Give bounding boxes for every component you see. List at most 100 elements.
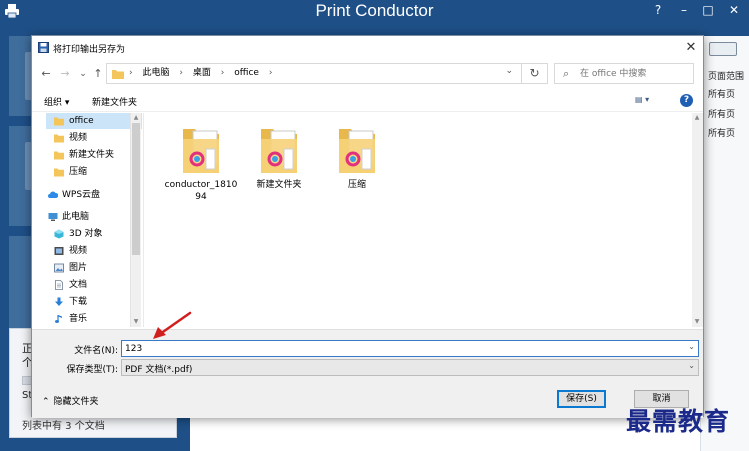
dialog-title: 将打印输出另存为 — [53, 45, 126, 55]
nav-item-label: 下载 — [69, 297, 88, 307]
view-options-button[interactable]: ▤ ▾ — [635, 95, 661, 107]
nav-item-videos[interactable]: 视频 — [46, 243, 142, 259]
organize-button[interactable]: 组织 ▾ — [44, 95, 69, 108]
save-disk-icon — [38, 42, 49, 53]
document-count-status: 列表中有 3 个文档 — [22, 421, 105, 432]
save-form: 文件名(N): ⌄ 保存类型(T): PDF 文档(*.pdf) ⌄ ⌃隐藏文件… — [32, 329, 703, 418]
nav-item-pictures[interactable]: 图片 — [46, 260, 142, 276]
file-name: 新建文件夹 — [256, 180, 302, 190]
chevron-down-icon[interactable]: ⌄ — [688, 361, 695, 370]
up-button[interactable]: ↑ — [90, 66, 106, 82]
nav-item-label: office — [69, 116, 94, 126]
nav-item-label: WPS云盘 — [62, 190, 101, 200]
video-icon — [54, 247, 64, 255]
navigation-pane: office 视频 新建文件夹 压缩 WPS云盘 此电脑 3D 对象 视频 图片… — [46, 113, 143, 327]
forward-button[interactable]: → — [57, 66, 73, 82]
filename-combobox[interactable]: ⌄ — [121, 340, 699, 357]
folder-icon — [112, 70, 124, 79]
recent-locations-button[interactable]: ⌄ — [75, 66, 91, 82]
save-button[interactable]: 保存(S) — [557, 390, 606, 408]
file-list-pane: conductor_1810 94 新建文件夹 压缩 — [143, 113, 703, 327]
navigation-bar: ← → ⌄ ↑ › 此电脑 › 桌面 › office › ⌄ ↻ ⌕ — [32, 62, 703, 86]
file-pane-scrollbar[interactable]: ▲ ▼ — [692, 113, 703, 327]
computer-icon — [48, 213, 58, 221]
file-name: conductor_1810 — [164, 180, 238, 190]
hide-folders-toggle[interactable]: ⌃ 隐藏文件夹 — [42, 394, 99, 407]
scroll-down-icon[interactable]: ▼ — [692, 317, 702, 327]
nav-item-label: 3D 对象 — [69, 229, 103, 239]
folder-with-file-icon — [339, 129, 375, 173]
nav-item-videos-folder[interactable]: 视频 — [46, 130, 142, 146]
dialog-toolbar: 组织 ▾ 新建文件夹 ▤ ▾ ? — [32, 90, 703, 112]
nav-item-label: 此电脑 — [62, 212, 90, 222]
file-item-compress[interactable]: 压缩 — [320, 125, 394, 191]
nav-item-label: 视频 — [69, 246, 88, 256]
dialog-titlebar: 将打印输出另存为 ✕ — [32, 36, 703, 60]
new-folder-button[interactable]: 新建文件夹 — [92, 95, 137, 108]
folder-with-file-icon — [183, 129, 219, 173]
filetype-label: 保存类型(T): — [66, 365, 118, 375]
scroll-down-icon[interactable]: ▼ — [131, 317, 141, 327]
filename-input[interactable] — [125, 342, 680, 355]
page-range-value[interactable]: 所有页 — [708, 107, 735, 120]
nav-item-3d-objects[interactable]: 3D 对象 — [46, 226, 142, 242]
chevron-down-icon[interactable]: ⌄ — [688, 342, 695, 351]
nav-item-label: 文档 — [69, 280, 88, 290]
filetype-value: PDF 文档(*.pdf) — [125, 365, 193, 375]
app-title: Print Conductor — [315, 1, 434, 20]
nav-item-label: 图片 — [69, 263, 88, 273]
nav-item-label: 压缩 — [69, 167, 88, 177]
search-input[interactable] — [580, 65, 690, 82]
nav-item-wps-cloud[interactable]: WPS云盘 — [46, 187, 142, 203]
nav-item-this-pc[interactable]: 此电脑 — [46, 209, 142, 225]
file-item-conductor[interactable]: conductor_1810 94 — [164, 125, 238, 203]
address-dropdown-icon[interactable]: ⌄ — [505, 66, 513, 76]
nav-item-new-folder[interactable]: 新建文件夹 — [46, 147, 142, 163]
breadcrumb-separator[interactable]: › — [179, 68, 183, 78]
folder-icon — [54, 168, 64, 177]
nav-item-downloads[interactable]: 下载 — [46, 294, 142, 310]
breadcrumb: › 此电脑 › 桌面 › office › — [129, 64, 279, 83]
page-range-value[interactable]: 所有页 — [708, 126, 735, 139]
nav-item-compress[interactable]: 压缩 — [46, 164, 142, 180]
help-button[interactable]: ? — [646, 0, 670, 22]
breadcrumb-separator[interactable]: › — [221, 68, 225, 78]
scroll-up-icon[interactable]: ▲ — [131, 113, 141, 123]
file-item-new-folder[interactable]: 新建文件夹 — [242, 125, 316, 191]
document-icon — [55, 280, 63, 290]
page-range-value[interactable]: 所有页 — [708, 87, 735, 100]
app-close-button[interactable]: ✕ — [722, 0, 746, 22]
watermark-logo: 最需教育 — [626, 407, 731, 436]
filetype-select[interactable]: PDF 文档(*.pdf) ⌄ — [121, 359, 699, 376]
picture-icon — [54, 263, 64, 273]
dialog-close-button[interactable]: ✕ — [683, 40, 699, 56]
printer-settings-icon[interactable] — [709, 42, 737, 56]
breadcrumb-separator[interactable]: › — [269, 68, 273, 78]
scroll-up-icon[interactable]: ▲ — [692, 113, 702, 123]
breadcrumb-this-pc[interactable]: 此电脑 — [142, 68, 169, 78]
music-icon — [55, 315, 62, 323]
folder-with-file-icon — [261, 129, 297, 173]
minimize-button[interactable]: – — [672, 0, 696, 22]
refresh-button[interactable]: ↻ — [521, 63, 547, 84]
nav-item-documents[interactable]: 文档 — [46, 277, 142, 293]
breadcrumb-office[interactable]: office — [234, 68, 259, 78]
breadcrumb-separator: › — [129, 68, 133, 78]
right-options-column: 页面范围 所有页 所有页 所有页 — [700, 36, 749, 451]
help-icon[interactable]: ? — [680, 94, 693, 107]
search-box[interactable]: ⌕ — [554, 63, 694, 84]
file-name: 压缩 — [347, 180, 366, 190]
back-button[interactable]: ← — [38, 66, 54, 82]
nav-item-label: 视频 — [69, 133, 88, 143]
folder-icon — [54, 151, 64, 160]
maximize-button[interactable]: □ — [696, 0, 720, 22]
scrollbar-thumb[interactable] — [132, 123, 140, 255]
nav-item-label: 新建文件夹 — [69, 150, 115, 160]
address-bar[interactable]: › 此电脑 › 桌面 › office › ⌄ — [106, 63, 548, 84]
breadcrumb-desktop[interactable]: 桌面 — [193, 68, 211, 78]
folder-icon — [54, 134, 64, 143]
navigation-pane-scrollbar[interactable]: ▲ ▼ — [130, 113, 141, 327]
nav-item-office[interactable]: office — [46, 113, 142, 129]
nav-item-music[interactable]: 音乐 — [46, 311, 142, 327]
download-icon — [55, 297, 63, 306]
